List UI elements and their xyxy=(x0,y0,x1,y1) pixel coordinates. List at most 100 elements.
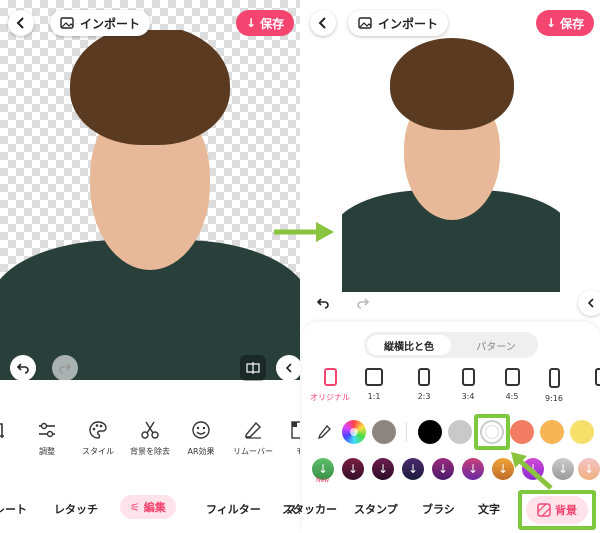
save-label: 保存 xyxy=(260,16,285,31)
background-pattern-icon xyxy=(537,503,551,517)
new-badge: New xyxy=(316,477,330,484)
ratio-portrait-icon xyxy=(548,368,560,388)
swatch-coral[interactable] xyxy=(510,420,534,444)
ratio-portrait-icon xyxy=(595,368,600,386)
collapse-button[interactable] xyxy=(276,355,300,381)
tab-edit[interactable]: ⚟ 編集 xyxy=(120,495,176,519)
redo-icon xyxy=(59,363,72,374)
gradient-download-10[interactable]: ↓ xyxy=(578,458,600,480)
ratio-4-5[interactable]: 4:5 xyxy=(492,368,532,401)
back-button[interactable] xyxy=(8,10,34,36)
compare-button[interactable] xyxy=(240,355,266,381)
redo-icon xyxy=(357,298,370,309)
import-label: インポート xyxy=(378,16,439,31)
ratio-1-1[interactable]: 1:1 xyxy=(354,368,394,401)
chevron-left-icon xyxy=(285,363,292,373)
sliders-icon: ⚟ xyxy=(130,501,140,514)
tool-remove-background[interactable]: 背景を除去 xyxy=(126,420,174,457)
tab-retouch[interactable]: レタッチ xyxy=(54,501,98,517)
back-button[interactable] xyxy=(310,10,336,36)
undo-button[interactable] xyxy=(10,355,36,381)
screenshot-composite: インポート ↓ 保存 正 調整 xyxy=(0,0,600,533)
tab-template[interactable]: レート xyxy=(0,501,27,517)
eyedropper-button[interactable] xyxy=(312,420,336,444)
eyedropper-icon xyxy=(317,425,331,440)
swatch-orange[interactable] xyxy=(540,420,564,444)
swatch-gray[interactable] xyxy=(372,420,396,444)
swatch-black[interactable] xyxy=(418,420,442,444)
save-label: 保存 xyxy=(560,16,585,31)
tab-sticker[interactable]: スタッカー xyxy=(282,501,337,517)
smile-icon xyxy=(192,421,210,439)
crop-icon xyxy=(0,423,4,438)
undo-button[interactable] xyxy=(310,290,336,316)
tab-brush[interactable]: ブラシ xyxy=(422,501,455,517)
chevron-left-icon xyxy=(587,298,594,308)
ratio-2-3[interactable]: 2:3 xyxy=(404,368,444,401)
swatch-divider xyxy=(406,422,407,442)
white-canvas xyxy=(342,30,560,292)
ratio-portrait-icon xyxy=(418,368,430,386)
gradient-download-3[interactable]: ↓ xyxy=(372,458,394,480)
save-button[interactable]: ↓ 保存 xyxy=(536,10,595,36)
undo-icon xyxy=(16,363,29,374)
ratio-3-4[interactable]: 3:4 xyxy=(448,368,488,401)
tool-adjust[interactable]: 調整 xyxy=(23,420,71,457)
editor-before-panel: インポート ↓ 保存 正 調整 xyxy=(0,0,300,533)
tool-ar-effect[interactable]: AR効果 xyxy=(177,420,225,457)
chevron-left-icon xyxy=(318,17,326,29)
color-wheel-button[interactable] xyxy=(342,420,366,444)
tool-mosaic[interactable]: モ xyxy=(276,420,300,457)
tab-background[interactable]: 背景 xyxy=(526,496,588,524)
segmented-control: 縦横比と色 パターン xyxy=(364,332,538,358)
gradient-download-4[interactable]: ↓ xyxy=(402,458,424,480)
tab-filter[interactable]: フィルター xyxy=(206,501,261,517)
undo-icon xyxy=(316,298,329,309)
redo-button[interactable] xyxy=(52,355,78,381)
tab-stamp[interactable]: スタンプ xyxy=(354,501,398,517)
sliders-icon xyxy=(39,422,55,438)
gradient-download-2[interactable]: ↓ xyxy=(342,458,364,480)
tool-style[interactable]: スタイル xyxy=(74,420,122,457)
compare-icon xyxy=(246,362,260,374)
eraser-icon xyxy=(245,421,261,439)
import-button[interactable]: インポート xyxy=(348,10,449,36)
bottom-tabbar-left: レート レタッチ ⚟ 編集 フィルター スタッカー xyxy=(0,495,300,525)
ratio-square-icon xyxy=(365,368,383,386)
import-button[interactable]: インポート xyxy=(50,10,151,36)
tool-remover[interactable]: リムーバー xyxy=(229,420,277,457)
segment-aspect-color[interactable]: 縦横比と色 xyxy=(367,335,451,355)
color-wheel-center xyxy=(350,428,358,436)
mosaic-icon xyxy=(291,421,300,439)
edit-toolbar: 正 調整 スタイル 背景を除去 AR効果 リムーバー xyxy=(0,396,300,486)
image-icon xyxy=(60,17,74,29)
ratio-more-partial[interactable] xyxy=(582,368,600,392)
collapse-button[interactable] xyxy=(578,290,600,316)
tool-crop[interactable]: 正 xyxy=(0,420,20,457)
segment-pattern[interactable]: パターン xyxy=(456,335,536,355)
scissors-icon xyxy=(141,421,159,439)
tab-text[interactable]: 文字 xyxy=(478,501,500,517)
redo-button[interactable] xyxy=(350,290,376,316)
gradient-download-9[interactable]: ↓ xyxy=(552,458,574,480)
ratio-portrait-icon xyxy=(461,368,475,386)
download-icon: ↓ xyxy=(246,16,257,30)
person-photo xyxy=(342,30,560,292)
import-label: インポート xyxy=(80,16,141,31)
highlight-white-swatch xyxy=(474,414,510,450)
chevron-left-icon xyxy=(16,17,24,29)
image-icon xyxy=(358,17,372,29)
swatch-light-gray[interactable] xyxy=(448,420,472,444)
ratio-9-16[interactable]: 9:16 xyxy=(534,368,574,403)
gradient-download-6[interactable]: ↓ xyxy=(462,458,484,480)
download-icon: ↓ xyxy=(546,16,557,30)
save-button[interactable]: ↓ 保存 xyxy=(236,10,295,36)
gradient-download-5[interactable]: ↓ xyxy=(432,458,454,480)
ratio-original[interactable]: オリジナル xyxy=(310,368,350,403)
person-photo xyxy=(0,30,300,380)
palette-icon xyxy=(89,421,107,439)
arrow-pointer-icon xyxy=(511,452,553,490)
ratio-original-icon xyxy=(323,368,337,386)
swatch-yellow[interactable] xyxy=(570,420,594,444)
ratio-portrait-icon xyxy=(504,368,520,386)
